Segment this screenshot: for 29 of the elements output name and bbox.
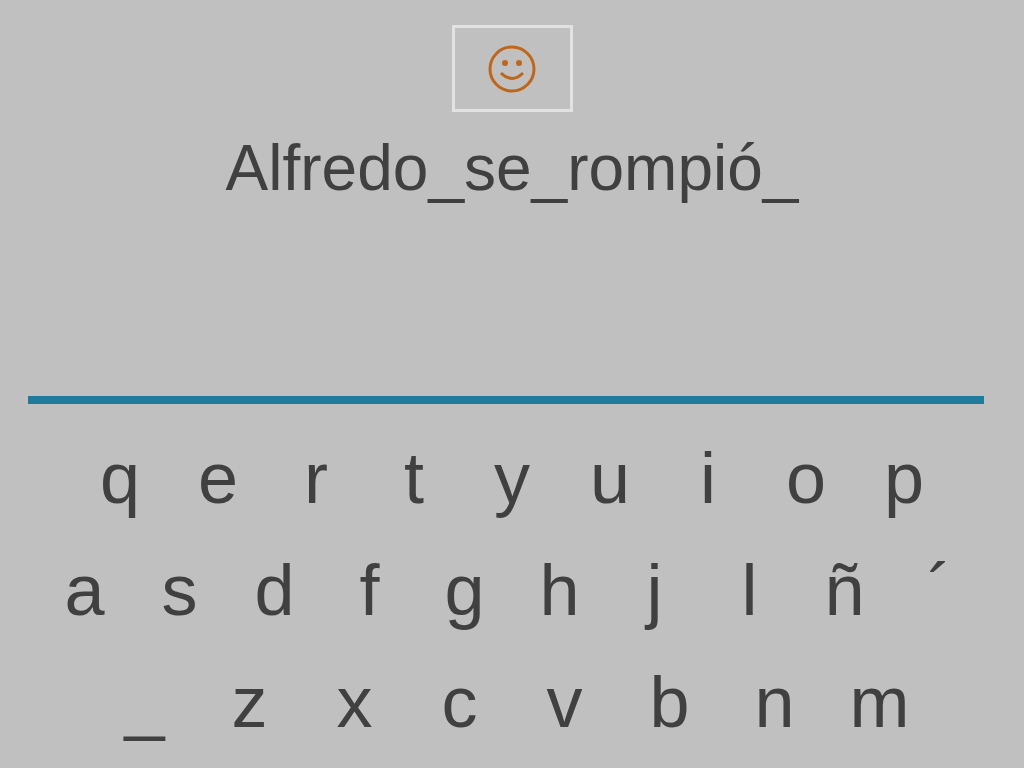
letter-key[interactable]: r [267, 433, 365, 523]
letter-key[interactable]: c [407, 657, 512, 747]
letter-key[interactable]: x [302, 657, 407, 747]
smiley-icon [487, 43, 537, 94]
answer-text: Alfredo_se_rompió_ [225, 131, 799, 206]
letter-key[interactable]: p [855, 433, 953, 523]
letter-key[interactable]: b [617, 657, 722, 747]
letter-key[interactable]: o [757, 433, 855, 523]
letter-key[interactable]: h [512, 545, 607, 635]
letter-key[interactable]: q [71, 433, 169, 523]
letter-key[interactable]: g [417, 545, 512, 635]
letter-key[interactable]: m [827, 657, 932, 747]
letter-key[interactable]: d [227, 545, 322, 635]
letter-key[interactable]: u [561, 433, 659, 523]
letter-key[interactable]: l [702, 545, 797, 635]
letter-key[interactable]: v [512, 657, 617, 747]
letter-key[interactable]: f [322, 545, 417, 635]
letter-key[interactable]: s [132, 545, 227, 635]
letter-key[interactable]: ñ [797, 545, 892, 635]
letter-key[interactable]: e [169, 433, 267, 523]
letter-key[interactable]: t [365, 433, 463, 523]
letter-key[interactable]: j [607, 545, 702, 635]
letter-key[interactable]: _ [92, 657, 197, 747]
letter-key[interactable]: a [37, 545, 132, 635]
letter-key[interactable]: y [463, 433, 561, 523]
letter-key[interactable]: ´ [892, 545, 987, 635]
letter-key[interactable]: i [659, 433, 757, 523]
letter-key[interactable]: n [722, 657, 827, 747]
letter-key[interactable]: z [197, 657, 302, 747]
